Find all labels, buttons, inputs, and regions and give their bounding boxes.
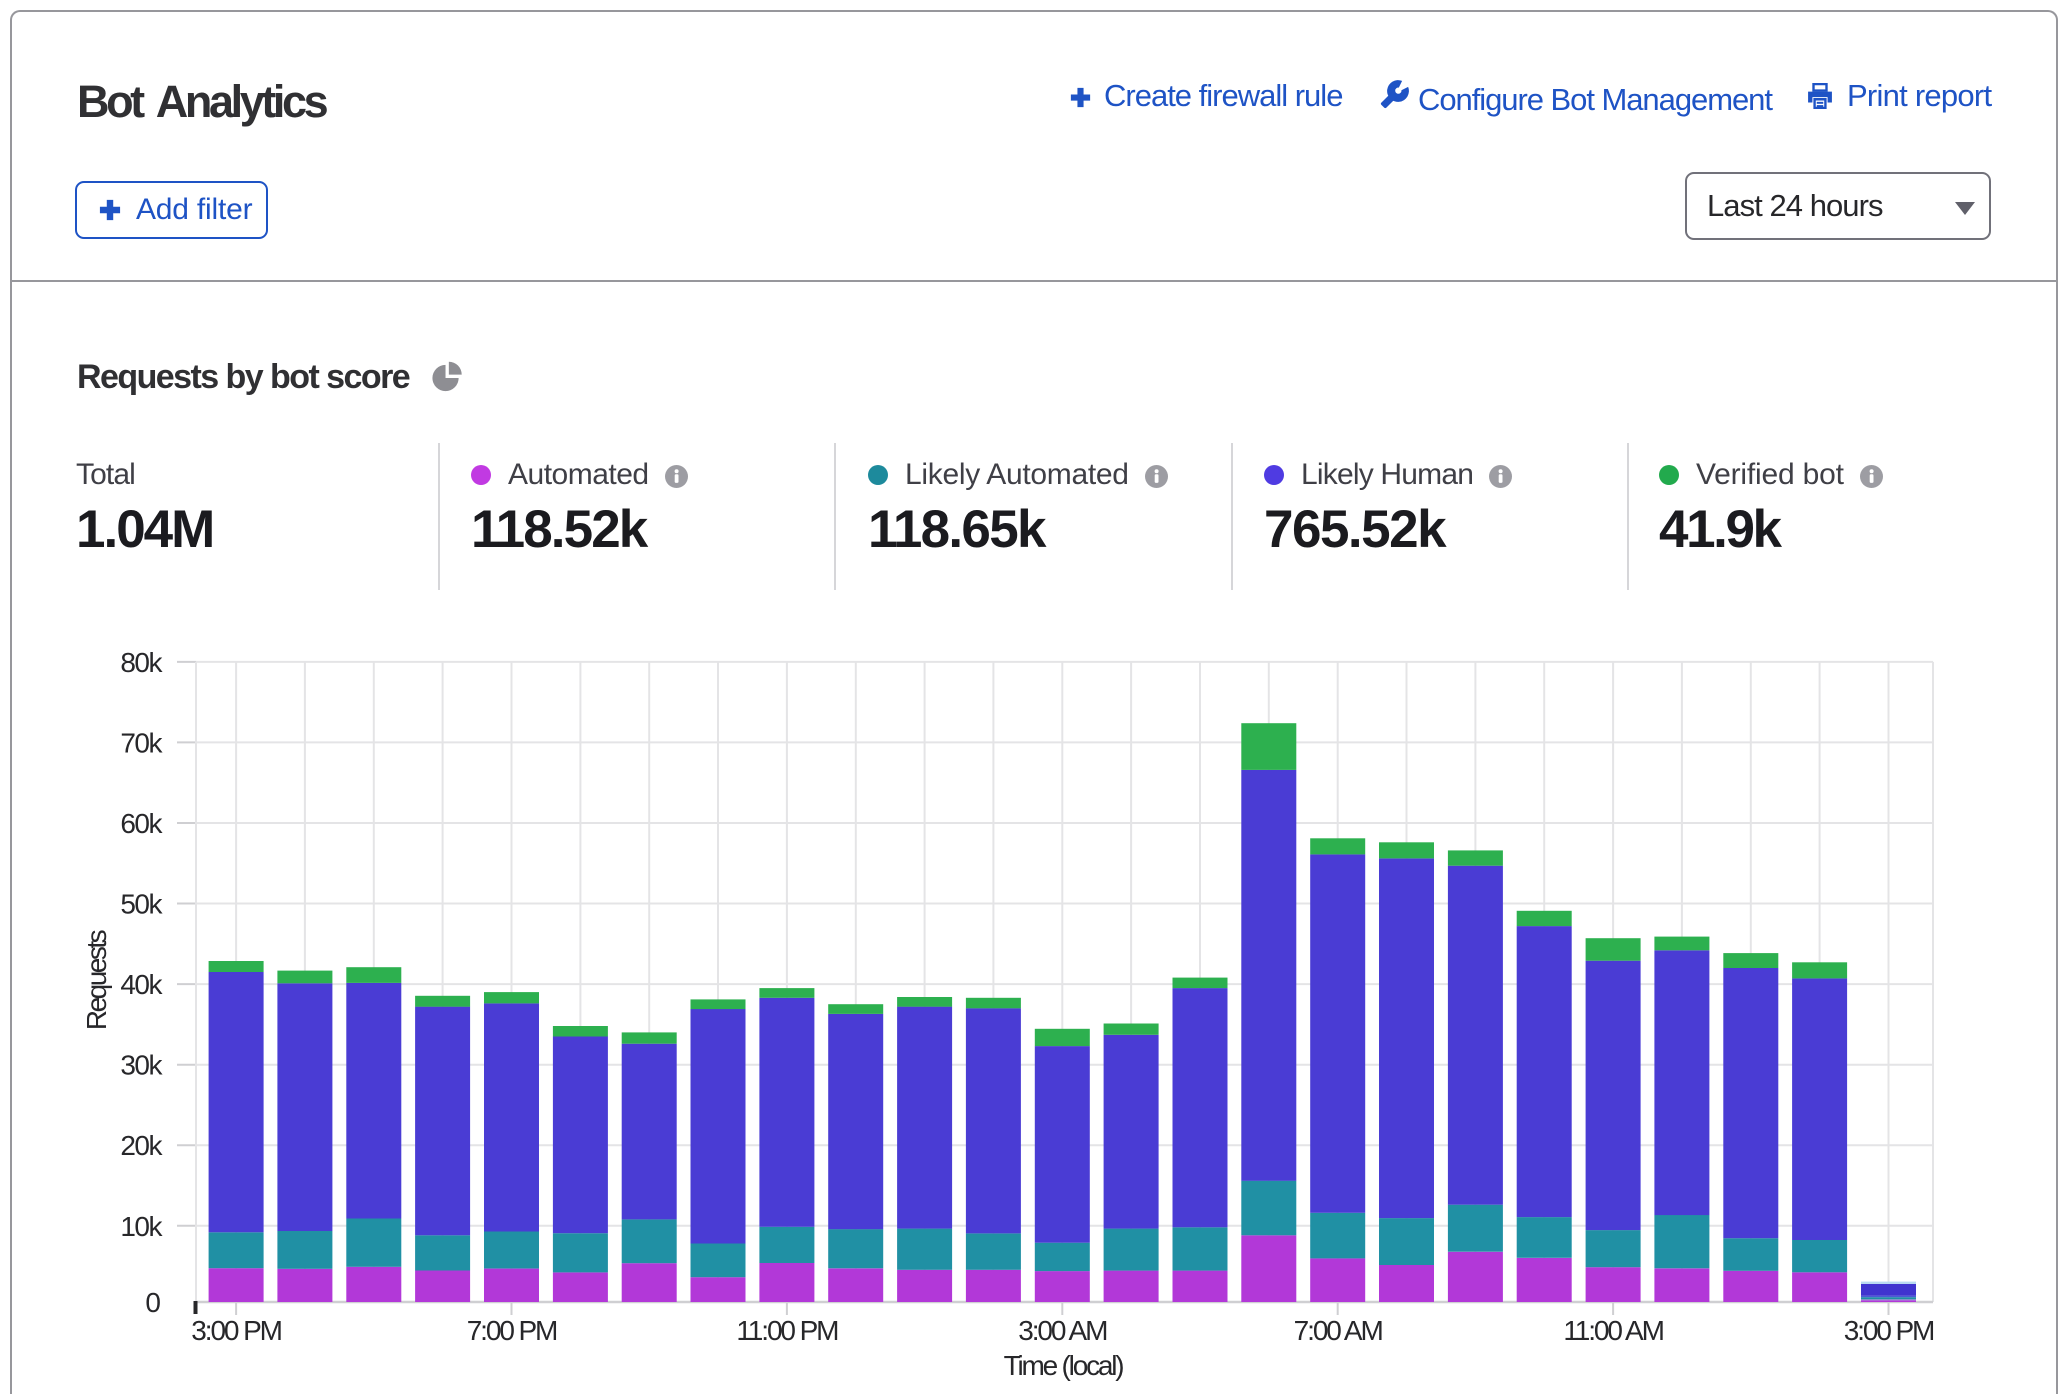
svg-text:11:00 PM: 11:00 PM bbox=[736, 1315, 838, 1346]
svg-text:3:00 AM: 3:00 AM bbox=[1018, 1315, 1107, 1346]
svg-text:7:00 AM: 7:00 AM bbox=[1294, 1315, 1383, 1346]
svg-text:0: 0 bbox=[145, 1287, 161, 1318]
svg-text:10k: 10k bbox=[120, 1211, 163, 1242]
svg-text:3:00 PM: 3:00 PM bbox=[191, 1315, 281, 1346]
svg-text:20k: 20k bbox=[120, 1130, 163, 1161]
svg-text:70k: 70k bbox=[120, 727, 163, 758]
svg-text:Requests: Requests bbox=[81, 930, 112, 1030]
svg-text:30k: 30k bbox=[120, 1050, 163, 1081]
svg-text:80k: 80k bbox=[120, 647, 163, 678]
svg-text:11:00 AM: 11:00 AM bbox=[1563, 1315, 1663, 1346]
svg-text:7:00 PM: 7:00 PM bbox=[467, 1315, 557, 1346]
svg-text:40k: 40k bbox=[120, 969, 163, 1000]
svg-text:60k: 60k bbox=[120, 808, 163, 839]
svg-text:3:00 PM: 3:00 PM bbox=[1844, 1315, 1934, 1346]
svg-text:Time (local): Time (local) bbox=[1004, 1350, 1124, 1381]
svg-text:50k: 50k bbox=[120, 889, 163, 920]
